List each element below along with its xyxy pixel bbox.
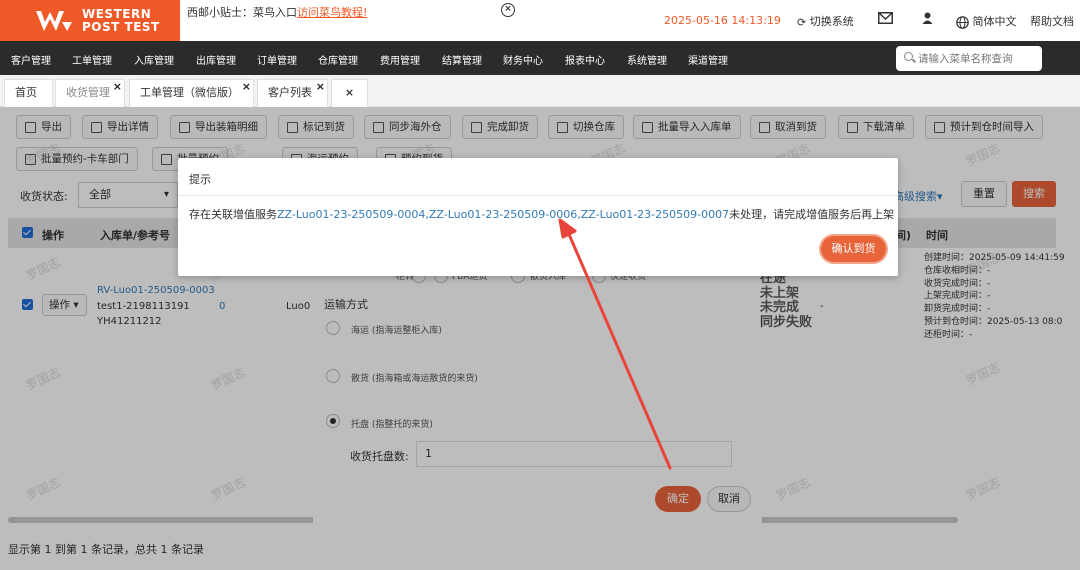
annotation-arrow-icon [558, 218, 672, 470]
